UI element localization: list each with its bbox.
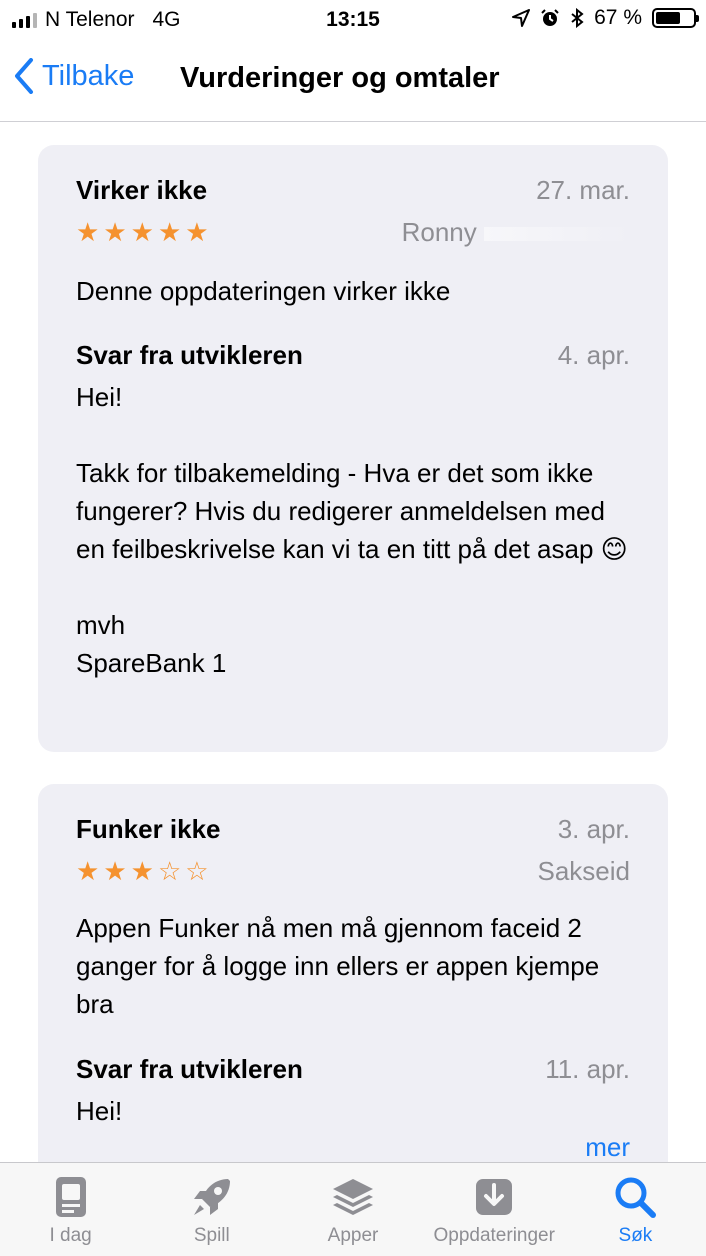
developer-response-title: Svar fra utvikleren [76,1054,303,1084]
status-bar: N Telenor 4G 13:15 67 % [0,0,706,40]
download-icon [476,1179,513,1215]
rocket-icon [193,1179,230,1215]
tab-label: Spill [193,1225,230,1246]
tab-label: Søk [618,1225,653,1246]
tab-label: Oppdateringer [433,1225,555,1246]
author-name: Ronny [401,217,477,247]
developer-response-title: Svar fra utvikleren [76,340,303,370]
back-label: Tilbake [42,59,135,92]
star-rating: ★ ★ ★ ★ ★ [76,219,209,245]
tab-apps[interactable]: Apper [282,1163,423,1256]
tab-updates[interactable]: Oppdateringer [424,1163,565,1256]
star-filled-icon: ★ [130,856,154,886]
tab-label: Apper [327,1225,379,1246]
today-icon [55,1177,86,1217]
developer-response-text: Hei! Takk for tilbakemelding - Hva er de… [76,382,628,678]
layers-icon [333,1179,373,1215]
alarm-icon [541,9,559,26]
review-card[interactable]: Funker ikke 3. apr. ★ ★ ★ ☆ ☆ Sakseid Appen … [38,784,668,1204]
developer-response-date: 11. apr. [545,1054,630,1084]
review-title: Virker ikke [76,175,208,205]
review-body: Appen Funker nå men må gjennom faceid 2 … [76,913,600,1019]
tab-search[interactable]: Søk [565,1163,706,1256]
developer-response-text: Hei! [76,1096,123,1126]
battery-icon [652,8,699,28]
tab-label: I dag [49,1225,92,1246]
review-title: Funker ikke [76,814,221,844]
location-arrow-icon [512,9,531,27]
navigation-bar: Tilbake Vurderinger og omtaler [0,40,706,122]
more-link[interactable]: mer [585,1132,630,1163]
star-filled-icon: ★ [76,217,100,247]
review-author: Ronny [402,217,630,248]
bluetooth-icon [571,8,584,28]
review-author: Sakseid [537,856,631,886]
review-date: 27. mar. [536,175,630,205]
star-rating: ★ ★ ★ ☆ ☆ [76,858,209,884]
star-filled-icon: ★ [130,217,154,247]
developer-response-date: 4. apr. [557,340,630,370]
star-filled-icon: ★ [76,856,100,886]
star-empty-icon: ☆ [185,856,209,886]
tab-bar: I dag Spill Apper Oppdateringer Søk [0,1162,706,1256]
star-filled-icon: ★ [103,856,127,886]
review-body: Denne oppdateringen virker ikke [76,276,451,306]
back-button[interactable]: Tilbake [14,58,134,94]
tab-games[interactable]: Spill [141,1163,282,1256]
star-empty-icon: ☆ [157,856,182,886]
status-right: 67 % [512,6,699,30]
battery-percent: 67 % [594,6,642,29]
chevron-left-icon [15,58,33,94]
author-redaction [484,227,630,242]
page-title: Vurderinger og omtaler [180,62,500,94]
review-card[interactable]: Virker ikke 27. mar. ★ ★ ★ ★ ★ Ronny Denne o… [38,145,668,752]
star-filled-icon: ★ [103,217,127,247]
battery-fill [656,12,681,24]
search-icon [615,1177,657,1218]
star-filled-icon: ★ [157,217,182,247]
tab-today[interactable]: I dag [0,1163,141,1256]
star-filled-icon: ★ [185,217,209,247]
review-date: 3. apr. [557,814,630,844]
